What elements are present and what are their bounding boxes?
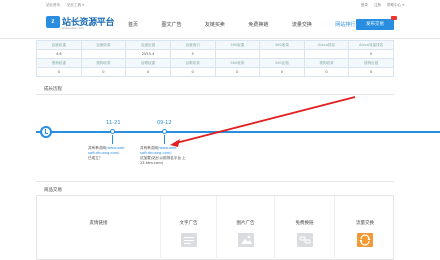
service-card-traffic-exchange[interactable]: 流量交换 — [335, 196, 395, 260]
services-section-title: 商品交易 — [44, 188, 62, 193]
service-label: 免费换链 — [295, 221, 314, 226]
service-label: 流量交换 — [356, 221, 374, 226]
traffic-exchange-icon — [357, 233, 373, 247]
service-card-friend-links[interactable]: 友情链接 — [37, 196, 161, 260]
service-label: 文字广告 — [179, 221, 198, 226]
service-label: 友情链接 — [89, 221, 108, 226]
service-label: 图片广告 — [236, 221, 255, 226]
services-card-grid: 友情链接 文字广告 图片广告 免费换链 流量交换 — [36, 195, 394, 260]
service-card-text-ads[interactable]: 文字广告 — [161, 196, 217, 260]
services-divider-top — [36, 181, 394, 182]
service-card-free-links[interactable]: 免费换链 — [275, 196, 335, 260]
text-ad-icon — [181, 233, 197, 247]
image-ad-icon — [238, 233, 254, 247]
service-card-image-ads[interactable]: 图片广告 — [217, 196, 275, 260]
link-exchange-icon — [297, 233, 313, 247]
